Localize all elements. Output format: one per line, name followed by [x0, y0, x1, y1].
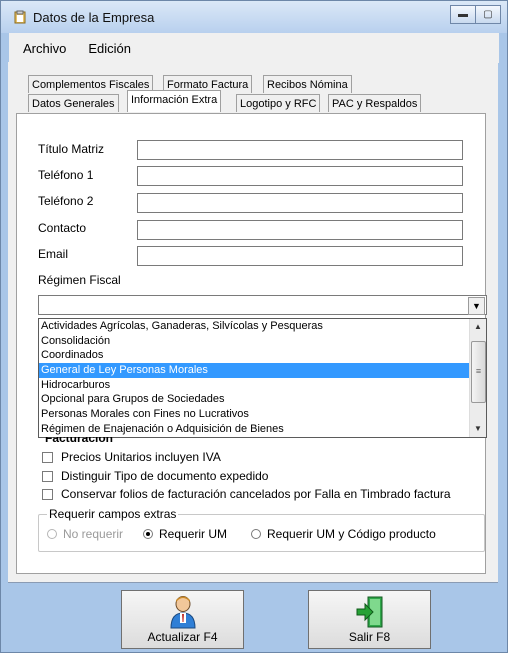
title-bar: Datos de la Empresa ▬ ▢	[1, 1, 507, 33]
radio-no-requerir[interactable]: No requerir	[47, 527, 123, 541]
conservar-folios-checkbox[interactable]: Conservar folios de facturación cancelad…	[42, 487, 451, 501]
requerir-campos-group: Requerir campos extras No requerir Reque…	[38, 507, 485, 552]
telefono1-input[interactable]	[137, 166, 463, 186]
facturacion-heading: Facturación	[45, 437, 113, 443]
chevron-down-icon[interactable]: ▼	[468, 297, 485, 315]
radio-label: Requerir UM	[159, 527, 228, 541]
scrollbar-thumb[interactable]: ≡	[471, 341, 486, 403]
clipboard-icon	[14, 10, 26, 24]
contacto-label: Contacto	[38, 221, 87, 235]
tab-datos-generales[interactable]: Datos Generales	[28, 94, 119, 112]
tipo-documento-checkbox[interactable]: Distinguir Tipo de documento expedido	[42, 469, 268, 483]
maximize-button[interactable]: ▢	[476, 5, 501, 24]
list-item[interactable]: Personas Morales con Fines no Lucrativos	[39, 407, 471, 422]
actualizar-label: Actualizar F4	[147, 630, 218, 644]
regimen-fiscal-select[interactable]: ▼	[38, 295, 487, 315]
menu-edicion[interactable]: Edición	[80, 41, 139, 56]
list-item-highlighted[interactable]: General de Ley Personas Morales	[39, 363, 471, 378]
scroll-up-icon[interactable]: ▲	[470, 319, 486, 335]
telefono2-input[interactable]	[137, 193, 463, 213]
list-item[interactable]: Consolidación	[39, 334, 471, 349]
checkbox-box[interactable]	[42, 488, 53, 500]
regimen-dropdown-list[interactable]: Actividades Agrícolas, Ganaderas, Silvíc…	[38, 318, 487, 438]
radio-circle[interactable]	[143, 529, 153, 539]
checkbox-label: Precios Unitarios incluyen IVA	[61, 450, 221, 464]
scroll-down-icon[interactable]: ▼	[470, 421, 486, 437]
list-item[interactable]: Actividades Agrícolas, Ganaderas, Silvíc…	[39, 319, 471, 334]
checkbox-label: Conservar folios de facturación cancelad…	[61, 487, 451, 501]
tab-recibos-nomina[interactable]: Recibos Nómina	[263, 75, 352, 93]
radio-label: Requerir UM y Código producto	[267, 527, 436, 541]
salir-button[interactable]: Salir F8	[308, 590, 431, 649]
titulo-matriz-label: Título Matriz	[38, 142, 105, 156]
list-item[interactable]: Régimen de Enajenación o Adquisición de …	[39, 422, 471, 437]
menu-archivo[interactable]: Archivo	[15, 41, 74, 56]
group-title: Requerir campos extras	[47, 507, 179, 521]
checkbox-label: Distinguir Tipo de documento expedido	[61, 469, 269, 483]
tab-logotipo-rfc[interactable]: Logotipo y RFC	[236, 94, 321, 112]
user-icon	[169, 596, 196, 629]
salir-label: Salir F8	[348, 630, 391, 644]
precios-iva-checkbox[interactable]: Precios Unitarios incluyen IVA	[42, 450, 221, 464]
telefono1-label: Teléfono 1	[38, 168, 94, 182]
email-input[interactable]	[137, 246, 463, 266]
list-scrollbar[interactable]: ▲ ≡ ▼	[469, 319, 486, 437]
menu-bar: Archivo Edición	[9, 33, 499, 63]
radio-label: No requerir	[63, 527, 124, 541]
list-item[interactable]: Hidrocarburos	[39, 378, 471, 393]
contacto-input[interactable]	[137, 220, 463, 240]
telefono2-label: Teléfono 2	[38, 194, 94, 208]
list-item[interactable]: Opcional para Grupos de Sociedades	[39, 392, 471, 407]
radio-circle[interactable]	[251, 529, 261, 539]
minimize-button[interactable]: ▬	[450, 5, 476, 24]
radio-requerir-um-codigo[interactable]: Requerir UM y Código producto	[251, 527, 436, 541]
checkbox-box[interactable]	[42, 451, 53, 463]
radio-requerir-um[interactable]: Requerir UM	[143, 527, 227, 541]
radio-circle[interactable]	[47, 529, 57, 539]
email-label: Email	[38, 247, 69, 261]
regimen-fiscal-label: Régimen Fiscal	[38, 273, 121, 287]
window-title: Datos de la Empresa	[33, 10, 155, 25]
titulo-matriz-input[interactable]	[137, 140, 463, 160]
list-item[interactable]: Coordinados	[39, 348, 471, 363]
actualizar-button[interactable]: Actualizar F4	[121, 590, 244, 649]
checkbox-box[interactable]	[42, 470, 53, 482]
exit-door-icon	[356, 596, 382, 628]
tab-pac-respaldos[interactable]: PAC y Respaldos	[328, 94, 422, 112]
tab-informacion-extra[interactable]: Información Extra	[127, 90, 222, 112]
